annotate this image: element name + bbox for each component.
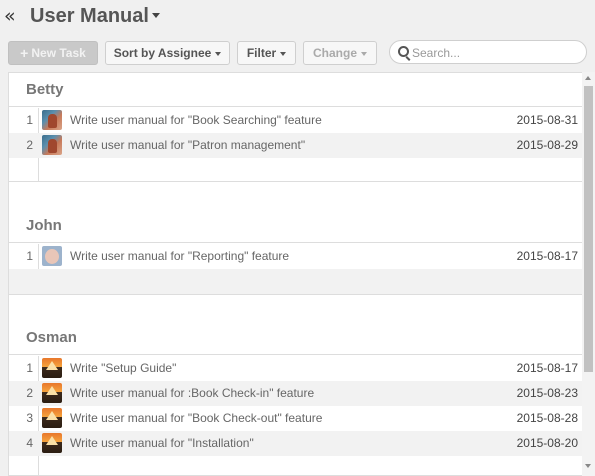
task-title[interactable]: Write user manual for "Patron management… (70, 138, 305, 152)
table-row[interactable]: 1 Write user manual for "Reporting" feat… (9, 244, 582, 269)
back-button[interactable]: « (4, 6, 16, 26)
group-header-john[interactable]: John (9, 209, 582, 243)
task-title[interactable]: Write user manual for "Book Searching" f… (70, 113, 322, 127)
row-number: 4 (26, 436, 33, 450)
group-divider (9, 181, 582, 182)
osman-avatar (42, 358, 62, 378)
caret-down-icon (361, 51, 367, 56)
table-row[interactable]: 3 Write user manual for "Book Check-out"… (9, 406, 582, 431)
row-number: 2 (26, 386, 33, 400)
sort-dropdown[interactable]: Sort by Assignee (105, 41, 230, 65)
search-input[interactable] (412, 44, 582, 61)
group-name: John (26, 217, 62, 234)
table-row[interactable]: 2 Write user manual for :Book Check-in" … (9, 381, 582, 406)
search-icon (398, 46, 409, 57)
row-number: 1 (26, 113, 33, 127)
table-row[interactable]: 4 Write user manual for "Installation" 2… (9, 431, 582, 456)
group-header-betty[interactable]: Betty (9, 73, 582, 107)
due-date: 2015-08-28 (516, 411, 578, 425)
plus-icon: + (20, 45, 29, 61)
group-name: Betty (26, 81, 64, 98)
john-avatar (42, 246, 62, 266)
task-title[interactable]: Write "Setup Guide" (70, 361, 176, 375)
due-date: 2015-08-17 (516, 249, 578, 263)
scrollbar-thumb[interactable] (584, 86, 593, 372)
task-title[interactable]: Write user manual for "Reporting" featur… (70, 249, 289, 263)
group-header-osman[interactable]: Osman (9, 321, 582, 355)
betty-avatar (42, 110, 62, 130)
vertical-scrollbar[interactable] (582, 72, 595, 476)
scroll-up-arrow-icon[interactable] (585, 76, 591, 80)
sort-label: Sort by Assignee (113, 46, 212, 60)
search-box[interactable] (389, 40, 587, 64)
osman-avatar (42, 408, 62, 428)
row-number: 1 (26, 249, 33, 263)
table-row[interactable]: 2 Write user manual for "Patron manageme… (9, 133, 582, 158)
due-date: 2015-08-20 (516, 436, 578, 450)
change-dropdown[interactable]: Change (303, 41, 377, 65)
betty-avatar (42, 135, 62, 155)
page-title[interactable]: User Manual (30, 4, 149, 28)
empty-row (9, 269, 582, 294)
row-number: 3 (26, 411, 33, 425)
filter-label: Filter (246, 46, 277, 60)
due-date: 2015-08-29 (516, 138, 578, 152)
caret-down-icon (215, 51, 222, 56)
new-task-label: New Task (31, 46, 86, 60)
task-list: Betty 1 Write user manual for "Book Sear… (8, 72, 595, 476)
caret-down-icon (280, 51, 287, 56)
osman-avatar (42, 383, 62, 403)
change-label: Change (312, 46, 357, 60)
row-number: 1 (26, 361, 33, 375)
osman-avatar (42, 433, 62, 453)
row-number: 2 (26, 138, 33, 152)
group-divider (9, 294, 582, 295)
group-name: Osman (26, 329, 77, 346)
due-date: 2015-08-23 (516, 386, 578, 400)
app-header: « User Manual (0, 0, 595, 32)
table-row[interactable]: 1 Write "Setup Guide" 2015-08-17 (9, 356, 582, 381)
task-title[interactable]: Write user manual for :Book Check-in" fe… (70, 386, 314, 400)
filter-dropdown[interactable]: Filter (237, 41, 296, 65)
task-title[interactable]: Write user manual for "Installation" (70, 436, 254, 450)
new-task-button[interactable]: + New Task (8, 41, 98, 65)
scroll-down-arrow-icon[interactable] (585, 464, 591, 468)
due-date: 2015-08-17 (516, 361, 578, 375)
task-title[interactable]: Write user manual for "Book Check-out" f… (70, 411, 322, 425)
due-date: 2015-08-31 (516, 113, 578, 127)
table-row[interactable]: 1 Write user manual for "Book Searching"… (9, 108, 582, 133)
chevron-down-icon[interactable] (152, 13, 160, 18)
